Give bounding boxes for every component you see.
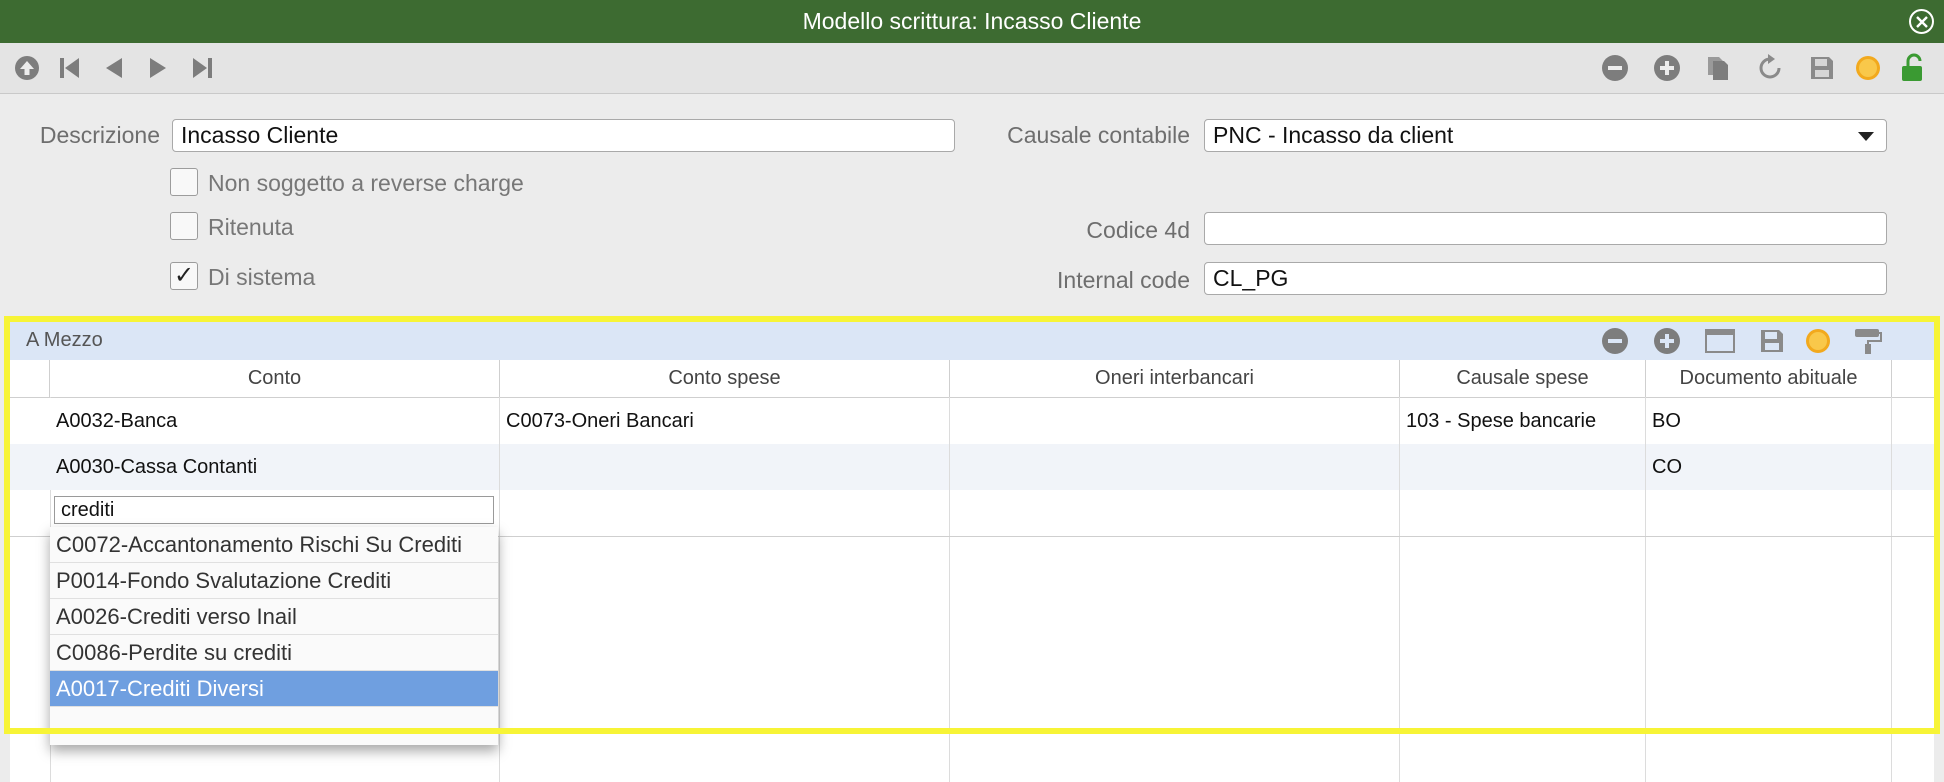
column-header-causale-spese[interactable]: Causale spese: [1400, 360, 1646, 397]
cell-conto[interactable]: A0032-Banca: [50, 398, 500, 444]
save-row-icon[interactable]: [1755, 326, 1789, 356]
chevron-down-icon[interactable]: [1858, 132, 1874, 141]
revert-icon[interactable]: [1755, 53, 1785, 83]
first-record-icon[interactable]: [55, 53, 85, 83]
previous-record-icon[interactable]: [99, 53, 129, 83]
paint-roller-icon[interactable]: [1850, 326, 1884, 356]
codice4d-field[interactable]: [1204, 212, 1887, 245]
autocomplete-dropdown: C0072-Accantonamento Rischi Su Crediti P…: [50, 527, 498, 745]
up-circle-icon[interactable]: [12, 53, 42, 83]
toolbar: [0, 43, 1944, 94]
window-title: Modello scrittura: Incasso Cliente: [802, 8, 1142, 34]
cell-causale-spese[interactable]: [1400, 444, 1646, 490]
di-sistema-checkbox[interactable]: ✓: [170, 262, 198, 290]
add-record-icon[interactable]: [1652, 53, 1682, 83]
status-dot-icon[interactable]: [1801, 326, 1835, 356]
cell-conto[interactable]: A0030-Cassa Contanti: [50, 444, 500, 490]
panel-header: A Mezzo: [10, 322, 1934, 360]
column-header-documento-abituale[interactable]: Documento abituale: [1646, 360, 1892, 397]
conto-edit-input[interactable]: crediti: [54, 496, 494, 524]
last-record-icon[interactable]: [187, 53, 217, 83]
internal-code-field[interactable]: CL_PG: [1204, 262, 1887, 295]
save-icon[interactable]: [1807, 53, 1837, 83]
codice4d-label: Codice 4d: [1086, 217, 1190, 243]
cell-conto-spese[interactable]: C0073-Oneri Bancari: [500, 398, 950, 444]
next-record-icon[interactable]: [143, 53, 173, 83]
dropdown-option[interactable]: A0026-Crediti verso Inail: [50, 599, 498, 635]
panel-title: A Mezzo: [26, 329, 103, 351]
causale-select[interactable]: PNC - Incasso da client: [1204, 119, 1887, 152]
status-dot-icon[interactable]: [1853, 53, 1883, 83]
remove-row-icon[interactable]: [1598, 326, 1632, 356]
cell-documento-abituale[interactable]: BO: [1646, 398, 1892, 444]
di-sistema-label: Di sistema: [208, 264, 316, 290]
descrizione-field[interactable]: Incasso Cliente: [172, 119, 955, 152]
causale-label: Causale contabile: [1007, 122, 1190, 148]
record-form: Descrizione Incasso Cliente Causale cont…: [0, 94, 1944, 314]
column-header-conto[interactable]: Conto: [50, 360, 500, 397]
checkmark-icon: ✓: [173, 262, 195, 289]
ritenuta-label: Ritenuta: [208, 214, 294, 240]
cell-oneri-interbancari[interactable]: [950, 444, 1400, 490]
reverse-charge-checkbox[interactable]: [170, 168, 198, 196]
descrizione-label: Descrizione: [39, 122, 160, 148]
dropdown-option[interactable]: C0086-Perdite su crediti: [50, 635, 498, 671]
internal-code-label: Internal code: [1057, 267, 1190, 293]
table-row[interactable]: A0030-Cassa Contanti CO: [10, 444, 1934, 490]
cell-documento-abituale[interactable]: CO: [1646, 444, 1892, 490]
window-icon[interactable]: [1703, 326, 1737, 356]
close-icon[interactable]: [1909, 9, 1934, 34]
duplicate-icon[interactable]: [1703, 53, 1733, 83]
table-row[interactable]: A0032-Banca C0073-Oneri Bancari 103 - Sp…: [10, 398, 1934, 444]
dropdown-option[interactable]: C0072-Accantonamento Rischi Su Crediti: [50, 527, 498, 563]
ritenuta-checkbox[interactable]: [170, 212, 198, 240]
delete-record-icon[interactable]: [1600, 53, 1630, 83]
window-titlebar: Modello scrittura: Incasso Cliente: [0, 0, 1944, 43]
cell-conto-spese[interactable]: [500, 444, 950, 490]
causale-value: PNC - Incasso da client: [1213, 122, 1454, 148]
column-header-conto-spese[interactable]: Conto spese: [500, 360, 950, 397]
reverse-charge-label: Non soggetto a reverse charge: [208, 170, 524, 196]
dropdown-option-selected[interactable]: A0017-Crediti Diversi: [50, 671, 498, 707]
cell-oneri-interbancari[interactable]: [950, 398, 1400, 444]
add-row-icon[interactable]: [1650, 326, 1684, 356]
cell-causale-spese[interactable]: 103 - Spese bancarie: [1400, 398, 1646, 444]
column-header-oneri-interbancari[interactable]: Oneri interbancari: [950, 360, 1400, 397]
dropdown-option[interactable]: P0014-Fondo Svalutazione Crediti: [50, 563, 498, 599]
unlock-icon[interactable]: [1898, 53, 1928, 83]
grid-header: Conto Conto spese Oneri interbancari Cau…: [10, 360, 1934, 398]
row-selector-header: [10, 360, 50, 397]
